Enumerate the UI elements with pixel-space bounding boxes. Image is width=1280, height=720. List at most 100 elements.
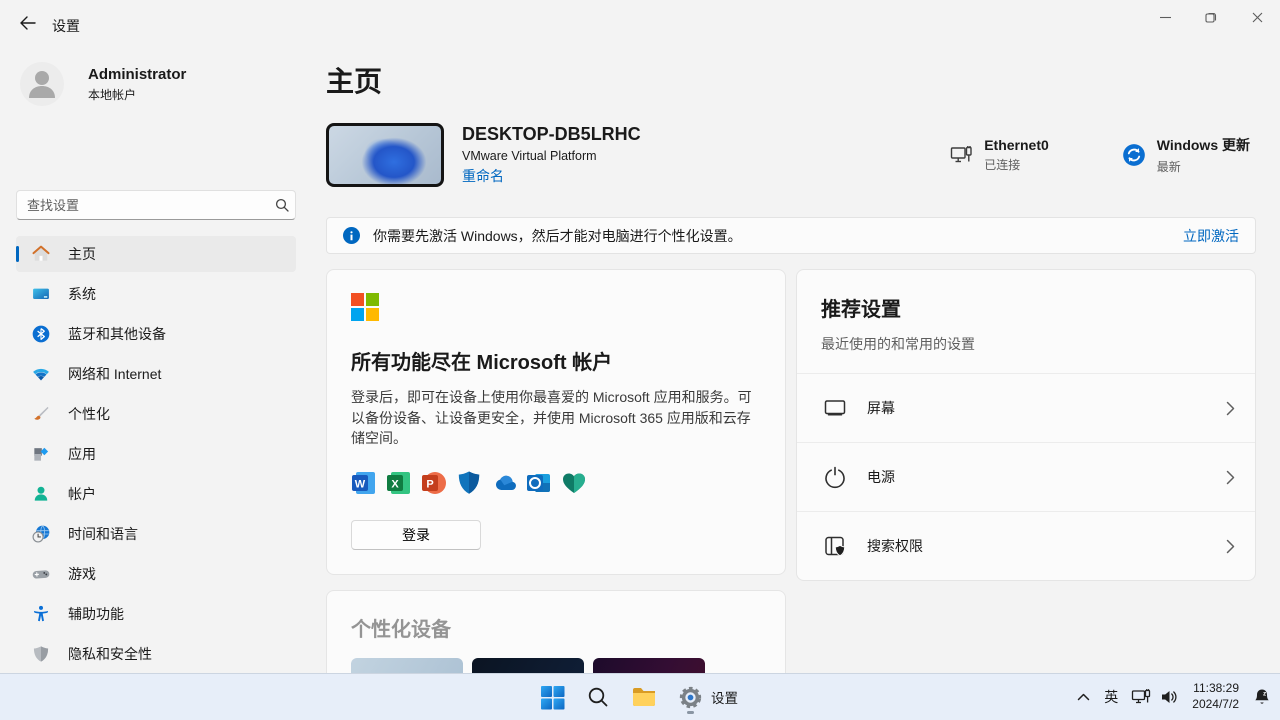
search-input[interactable] (17, 198, 269, 213)
power-icon (823, 465, 847, 489)
recommended-row-label: 搜索权限 (867, 536, 923, 556)
activation-banner: 你需要先激活 Windows，然后才能对电脑进行个性化设置。 立即激活 (326, 217, 1256, 254)
sidebar-item-privacy-security[interactable]: 隐私和安全性 (16, 636, 296, 672)
sign-in-button[interactable]: 登录 (351, 520, 481, 550)
sidebar-item-system[interactable]: 系统 (16, 276, 296, 312)
display-icon (823, 396, 847, 420)
account-card-title: 所有功能尽在 Microsoft 帐户 (351, 346, 761, 375)
network-icon (30, 363, 52, 385)
sidebar-item-home[interactable]: 主页 (16, 236, 296, 272)
update-name: Windows 更新 (1157, 135, 1250, 155)
titlebar: 设置 (0, 0, 1280, 48)
gaming-icon (30, 563, 52, 585)
sidebar-item-personalization[interactable]: 个性化 (16, 396, 296, 432)
sidebar-item-bluetooth-devices[interactable]: 蓝牙和其他设备 (16, 316, 296, 352)
sidebar-item-label: 时间和语言 (68, 524, 138, 544)
chevron-up-icon (1076, 690, 1091, 705)
recommended-row-search-permissions[interactable]: 搜索权限 (797, 511, 1255, 580)
close-button[interactable] (1234, 0, 1280, 34)
bluetooth-icon (30, 323, 52, 345)
restore-button[interactable] (1188, 0, 1234, 34)
family-safety-icon (561, 470, 587, 496)
taskbar: 设置 英 11:38:29 2024/7/2 z (0, 673, 1280, 720)
taskbar-search-button[interactable] (578, 677, 618, 717)
active-app-indicator (687, 711, 694, 714)
user-account-block[interactable]: Administrator 本地帐户 (20, 62, 296, 106)
rename-link[interactable]: 重命名 (462, 166, 504, 186)
device-model: VMware Virtual Platform (462, 149, 641, 163)
recommended-title: 推荐设置 (821, 293, 1231, 322)
word-icon: W (351, 470, 377, 496)
user-name: Administrator (88, 66, 186, 83)
back-button[interactable] (10, 8, 44, 38)
sidebar-item-label: 系统 (68, 284, 96, 304)
microsoft-account-card: 所有功能尽在 Microsoft 帐户 登录后，即可在设备上使用你最喜爱的 Mi… (326, 269, 786, 575)
chevron-right-icon (1226, 401, 1235, 416)
banner-message: 你需要先激活 Windows，然后才能对电脑进行个性化设置。 (373, 226, 742, 246)
tray-network-icon[interactable] (1131, 687, 1151, 707)
folder-icon (631, 684, 657, 710)
window-controls (1142, 0, 1280, 34)
notification-bell-button[interactable]: z (1252, 687, 1272, 707)
ethernet-icon (948, 142, 974, 168)
home-icon (30, 243, 52, 265)
svg-text:P: P (426, 479, 433, 491)
taskbar-date: 2024/7/2 (1192, 697, 1239, 713)
system-icon (30, 283, 52, 305)
taskbar-settings-button[interactable]: 设置 (670, 677, 748, 717)
personalization-icon (30, 403, 52, 425)
back-arrow-icon (19, 16, 36, 30)
sidebar-item-label: 辅助功能 (68, 604, 124, 624)
sidebar-item-label: 应用 (68, 444, 96, 464)
excel-icon: X (386, 470, 412, 496)
accounts-icon (30, 483, 52, 505)
user-account-type: 本地帐户 (88, 86, 186, 103)
time-language-icon (30, 523, 52, 545)
search-icon[interactable] (269, 198, 295, 212)
chevron-right-icon (1226, 539, 1235, 554)
person-icon (20, 62, 64, 106)
device-header: DESKTOP-DB5LRHC VMware Virtual Platform … (326, 123, 1256, 187)
sidebar-item-time-language[interactable]: 时间和语言 (16, 516, 296, 552)
sidebar-item-network-internet[interactable]: 网络和 Internet (16, 356, 296, 392)
sidebar: Administrator 本地帐户 主页 系统 蓝牙和其他设 (0, 48, 312, 673)
avatar (20, 62, 64, 106)
sidebar-item-label: 主页 (68, 244, 96, 264)
ethernet-status[interactable]: Ethernet0 已连接 (948, 135, 1049, 175)
powerpoint-icon: P (421, 470, 447, 496)
start-button[interactable] (532, 677, 572, 717)
sidebar-item-label: 隐私和安全性 (68, 644, 152, 664)
account-card-body: 登录后，即可在设备上使用你最喜爱的 Microsoft 应用和服务。可以备份设备… (351, 387, 761, 449)
info-icon (343, 227, 360, 244)
recommended-row-label: 电源 (867, 467, 895, 487)
activate-now-link[interactable]: 立即激活 (1183, 226, 1239, 246)
office-app-icons: W X P (351, 470, 761, 496)
file-explorer-button[interactable] (624, 677, 664, 717)
recommended-row-display[interactable]: 屏幕 (797, 373, 1255, 442)
minimize-button[interactable] (1142, 0, 1188, 34)
ethernet-name: Ethernet0 (984, 137, 1049, 153)
tray-volume-icon[interactable] (1159, 687, 1179, 707)
outlook-icon (526, 470, 552, 496)
system-tray: 英 11:38:29 2024/7/2 z (1076, 674, 1272, 720)
taskbar-settings-label: 设置 (711, 687, 738, 707)
tray-overflow-button[interactable] (1076, 690, 1091, 705)
page-title: 主页 (326, 60, 1256, 100)
personalize-card-title: 个性化设备 (351, 613, 761, 642)
sidebar-item-label: 蓝牙和其他设备 (68, 324, 166, 344)
sidebar-item-accessibility[interactable]: 辅助功能 (16, 596, 296, 632)
sidebar-item-apps[interactable]: 应用 (16, 436, 296, 472)
search-icon (587, 686, 609, 708)
ime-indicator[interactable]: 英 (1104, 687, 1118, 707)
privacy-icon (30, 643, 52, 665)
microsoft-logo-icon (351, 293, 379, 321)
sidebar-item-accounts[interactable]: 帐户 (16, 476, 296, 512)
windows-update-status[interactable]: Windows 更新 最新 (1121, 135, 1250, 175)
sidebar-item-label: 个性化 (68, 404, 110, 424)
windows-logo-icon (540, 685, 565, 710)
update-state: 最新 (1157, 158, 1250, 175)
recommended-row-power[interactable]: 电源 (797, 442, 1255, 511)
taskbar-time: 11:38:29 (1192, 681, 1239, 697)
sidebar-item-gaming[interactable]: 游戏 (16, 556, 296, 592)
taskbar-clock[interactable]: 11:38:29 2024/7/2 (1192, 681, 1239, 712)
